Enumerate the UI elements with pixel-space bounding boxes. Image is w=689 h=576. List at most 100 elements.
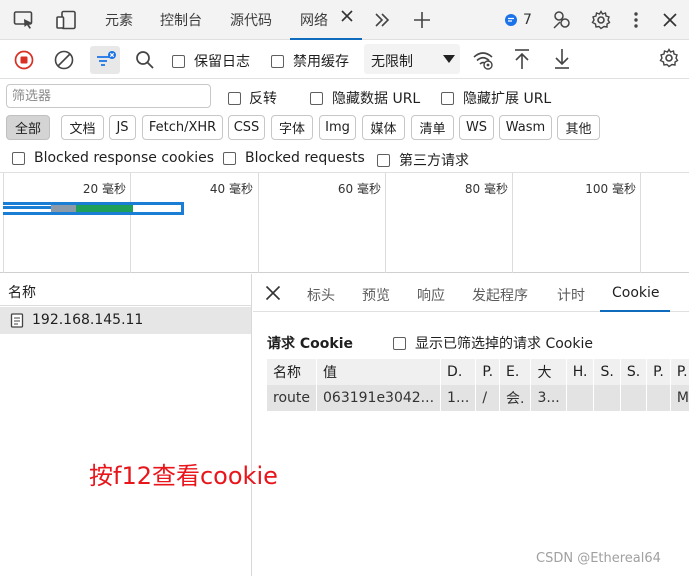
show-filtered-cookies-box[interactable] — [393, 336, 406, 350]
issues-button[interactable]: 7 — [500, 0, 536, 40]
request-row[interactable]: 192.168.145.11 — [0, 307, 251, 334]
blocked-requests-checkbox[interactable]: Blocked requests — [223, 150, 365, 166]
more-options-icon[interactable] — [626, 0, 646, 40]
timeline-gridline — [385, 173, 386, 273]
type-chip-ws[interactable]: WS — [459, 115, 494, 140]
filter-toggle-button[interactable] — [90, 46, 120, 74]
export-har-icon[interactable] — [553, 48, 571, 74]
cookie-domain: 1... — [440, 385, 477, 411]
tab-cookies[interactable]: Cookie — [600, 274, 670, 312]
col-secure[interactable]: S. — [593, 359, 621, 385]
cookie-row[interactable]: route 063191e3042... 1... / 会. 3... M. — [267, 385, 689, 411]
disable-cache-checkbox[interactable]: 禁用缓存 — [271, 51, 349, 71]
network-settings-gear-icon[interactable] — [659, 48, 679, 72]
cookie-expires: 会. — [499, 385, 532, 411]
col-samesite[interactable]: S. — [620, 359, 648, 385]
name-column-header[interactable]: 名称 — [8, 282, 36, 302]
close-devtools-icon[interactable] — [658, 0, 682, 40]
settings-gear-icon[interactable] — [588, 0, 614, 40]
issues-count: 7 — [523, 12, 532, 28]
col-name[interactable]: 名称 — [267, 359, 317, 385]
col-value[interactable]: 值 — [316, 359, 442, 385]
import-har-icon[interactable] — [513, 48, 531, 74]
type-chip-all[interactable]: 全部 — [6, 115, 50, 140]
tab-sources[interactable]: 源代码 — [230, 10, 272, 30]
col-priority[interactable]: P. — [670, 359, 689, 385]
throttling-select[interactable]: 无限制 — [364, 44, 460, 74]
type-chip-other[interactable]: 其他 — [557, 115, 600, 140]
col-domain[interactable]: D. — [440, 359, 477, 385]
col-partition-key[interactable]: P. — [646, 359, 671, 385]
timeline-start-line — [3, 173, 4, 273]
inspect-element-icon[interactable] — [10, 0, 38, 40]
device-toolbar-icon[interactable] — [52, 0, 80, 40]
preserve-log-box[interactable] — [172, 54, 185, 68]
col-path[interactable]: P. — [475, 359, 501, 385]
customize-icon[interactable] — [549, 0, 575, 40]
tab-initiator[interactable]: 发起程序 — [472, 285, 528, 305]
search-icon[interactable] — [135, 50, 155, 74]
type-chip-img[interactable]: Img — [319, 115, 356, 140]
tab-network[interactable]: 网络 — [290, 0, 362, 40]
invert-label: 反转 — [249, 91, 277, 107]
record-stop-icon[interactable] — [14, 50, 34, 74]
preserve-log-checkbox[interactable]: 保留日志 — [172, 51, 250, 71]
tab-elements[interactable]: 元素 — [105, 10, 133, 30]
cookie-table-header: 名称 值 D. P. E. 大 H. S. S. P. P. — [267, 359, 689, 385]
invert-box[interactable] — [228, 91, 241, 105]
type-chip-media[interactable]: 媒体 — [362, 115, 405, 140]
cookie-name: route — [267, 385, 317, 411]
hide-data-url-box[interactable] — [310, 91, 323, 105]
cookie-secure — [593, 385, 621, 411]
cookie-path: / — [475, 385, 501, 411]
filter-icon — [97, 51, 116, 66]
hide-extension-url-box[interactable] — [441, 91, 454, 105]
filter-input[interactable] — [6, 84, 211, 108]
close-tab-icon[interactable] — [340, 9, 354, 27]
type-chip-manifest[interactable]: 清单 — [411, 115, 454, 140]
show-filtered-cookies-checkbox[interactable]: 显示已筛选掉的请求 Cookie — [393, 333, 593, 353]
invert-checkbox[interactable]: 反转 — [228, 88, 277, 108]
col-expires[interactable]: E. — [499, 359, 532, 385]
network-conditions-icon[interactable] — [472, 50, 494, 74]
show-filtered-cookies-label: 显示已筛选掉的请求 Cookie — [415, 336, 593, 352]
blocked-response-cookies-box[interactable] — [12, 151, 25, 165]
tab-preview[interactable]: 预览 — [362, 285, 390, 305]
third-party-requests-checkbox[interactable]: 第三方请求 — [377, 150, 469, 170]
cookie-priority: M. — [670, 385, 689, 411]
tab-response[interactable]: 响应 — [417, 285, 445, 305]
close-details-icon[interactable] — [265, 285, 281, 305]
col-size[interactable]: 大 — [530, 359, 567, 385]
blocked-response-cookies-label: Blocked response cookies — [34, 150, 215, 166]
blocked-requests-box[interactable] — [223, 151, 236, 165]
blocked-response-cookies-checkbox[interactable]: Blocked response cookies — [12, 150, 214, 166]
preserve-log-label: 保留日志 — [194, 54, 250, 70]
type-chip-js[interactable]: JS — [109, 115, 136, 140]
hide-extension-url-checkbox[interactable]: 隐藏扩展 URL — [441, 88, 551, 108]
clear-icon[interactable] — [54, 50, 74, 74]
type-chip-css[interactable]: CSS — [228, 115, 265, 140]
type-chip-font[interactable]: 字体 — [271, 115, 313, 140]
tab-timing[interactable]: 计时 — [557, 285, 585, 305]
col-httponly[interactable]: H. — [566, 359, 595, 385]
tab-headers[interactable]: 标头 — [307, 285, 335, 305]
type-chip-doc[interactable]: 文档 — [61, 115, 104, 140]
filter-row: 反转 隐藏数据 URL 隐藏扩展 URL — [0, 80, 689, 112]
tab-console[interactable]: 控制台 — [160, 10, 202, 30]
type-chip-fetch-xhr[interactable]: Fetch/XHR — [142, 115, 223, 140]
add-tab-icon[interactable] — [410, 0, 434, 40]
request-name: 192.168.145.11 — [32, 312, 144, 328]
more-tabs-icon[interactable] — [370, 0, 394, 40]
request-list-header[interactable]: 名称 — [0, 274, 251, 306]
timeline-tick-label: 20 毫秒 — [82, 182, 126, 196]
timeline-overview[interactable]: 20 毫秒 40 毫秒 60 毫秒 80 毫秒 100 毫秒 — [0, 173, 689, 273]
resource-type-filters: 全部 文档 JS Fetch/XHR CSS 字体 Img 媒体 清单 WS W… — [0, 113, 689, 143]
timeline-bar-stalled — [3, 206, 51, 209]
third-party-requests-box[interactable] — [377, 153, 390, 167]
dropdown-triangle-icon — [443, 55, 455, 63]
type-chip-wasm[interactable]: Wasm — [499, 115, 552, 140]
request-details-pane: 标头 预览 响应 发起程序 计时 Cookie 请求 Cookie 显示已筛选掉… — [253, 274, 689, 576]
timeline-bar-waiting — [76, 205, 133, 212]
disable-cache-box[interactable] — [271, 54, 284, 68]
hide-data-url-checkbox[interactable]: 隐藏数据 URL — [310, 88, 420, 108]
